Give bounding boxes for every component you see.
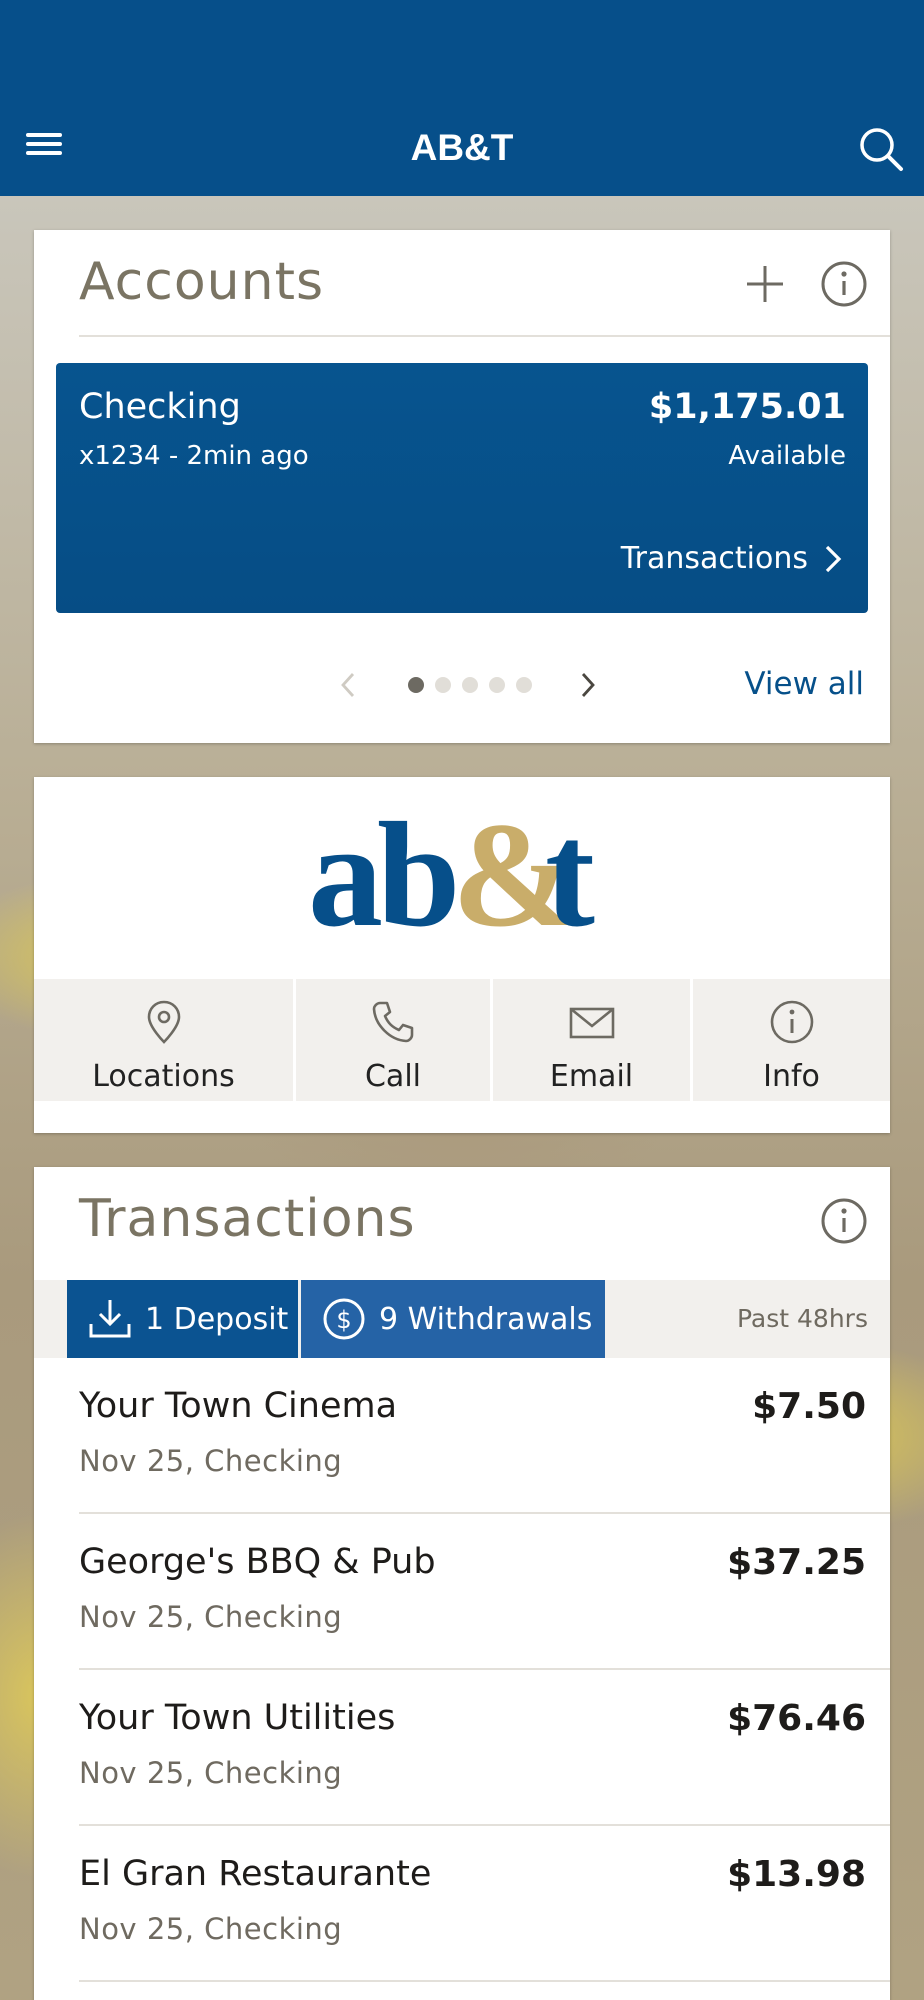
add-account-plus-icon[interactable] (739, 258, 791, 310)
call-label: Call (364, 1059, 421, 1094)
locations-label: Locations (92, 1059, 235, 1094)
hamburger-menu-icon[interactable] (22, 128, 68, 168)
chevron-right-icon (825, 545, 842, 572)
accounts-info-icon[interactable] (818, 258, 870, 310)
transaction-meta: Nov 25, Checking (79, 1912, 343, 1946)
pager-prev-chevron-icon[interactable] (334, 670, 364, 700)
transaction-merchant: George's BBQ & Pub (79, 1542, 436, 1582)
accounts-title: Accounts (79, 252, 325, 312)
svg-text:$: $ (336, 1306, 351, 1334)
transaction-amount: $13.98 (727, 1854, 866, 1895)
call-button[interactable]: Call (293, 979, 490, 1101)
transactions-title: Transactions (79, 1189, 416, 1249)
bank-contact-card: ab & t Locations Call Email Info (34, 777, 890, 1133)
transaction-merchant: El Gran Restaurante (79, 1854, 432, 1894)
deposit-filter-chip[interactable]: 1 Deposit (67, 1280, 298, 1358)
withdrawals-filter-chip[interactable]: $ 9 Withdrawals (301, 1280, 605, 1358)
locations-button[interactable]: Locations (34, 979, 293, 1101)
info-label: Info (763, 1059, 820, 1094)
transaction-meta: Nov 25, Checking (79, 1756, 343, 1790)
accounts-divider (79, 335, 890, 337)
phone-icon (372, 1001, 414, 1043)
pager-dot[interactable] (462, 677, 478, 693)
deposit-chip-label: 1 Deposit (145, 1301, 289, 1337)
transaction-amount: $7.50 (752, 1386, 866, 1427)
envelope-icon (569, 1007, 614, 1039)
pager-dot[interactable] (516, 677, 532, 693)
email-label: Email (549, 1059, 634, 1094)
account-pager (334, 670, 602, 700)
account-tile-checking[interactable]: Checking x1234 - 2min ago $1,175.01 Avai… (56, 363, 868, 613)
download-icon (89, 1300, 131, 1338)
top-app-bar: AB&T (0, 100, 924, 196)
transaction-filter-bar: 1 Deposit $ 9 Withdrawals Past 48hrs (34, 1280, 890, 1358)
view-all-link[interactable]: View all (744, 666, 864, 702)
account-balance: $1,175.01 (648, 387, 846, 427)
svg-text:t: t (545, 807, 595, 947)
app-title: AB&T (410, 127, 514, 168)
pager-dot[interactable] (408, 677, 424, 693)
balance-label: Available (728, 441, 846, 471)
transaction-row[interactable]: Your Town Utilities Nov 25, Checking $76… (34, 1670, 890, 1826)
transactions-info-icon[interactable] (818, 1195, 870, 1247)
pager-dots (408, 677, 532, 693)
transactions-card: Transactions 1 Deposit $ 9 Withdrawals P… (34, 1167, 890, 2000)
location-pin-icon (147, 1000, 180, 1044)
transaction-row[interactable]: El Gran Restaurante Nov 25, Checking $13… (34, 1826, 890, 1982)
transaction-meta: Nov 25, Checking (79, 1600, 343, 1634)
transaction-list: Your Town Cinema Nov 25, Checking $7.50 … (34, 1358, 890, 1982)
transaction-merchant: Your Town Utilities (79, 1698, 396, 1738)
withdrawals-chip-label: 9 Withdrawals (379, 1301, 593, 1337)
status-bar-area (0, 0, 924, 100)
search-icon[interactable] (856, 124, 906, 174)
transaction-row[interactable]: Your Town Cinema Nov 25, Checking $7.50 (34, 1358, 890, 1514)
pager-dot[interactable] (489, 677, 505, 693)
account-name: Checking (79, 387, 241, 427)
transactions-link-label: Transactions (620, 541, 808, 576)
svg-text:ab: ab (308, 807, 455, 947)
transaction-amount: $37.25 (727, 1542, 866, 1583)
account-subtitle: x1234 - 2min ago (79, 441, 309, 471)
dollar-circle-icon: $ (323, 1298, 365, 1340)
transaction-meta: Nov 25, Checking (79, 1444, 343, 1478)
info-button[interactable]: Info (690, 979, 890, 1101)
abt-logo: ab & t (34, 807, 890, 947)
contact-actions: Locations Call Email Info (34, 979, 890, 1101)
account-transactions-link[interactable]: Transactions (621, 541, 842, 576)
accounts-card: Accounts Checking x1234 - 2min ago $1,17… (34, 230, 890, 743)
period-label: Past 48hrs (736, 1304, 868, 1333)
transaction-row[interactable]: George's BBQ & Pub Nov 25, Checking $37.… (34, 1514, 890, 1670)
pager-dot[interactable] (435, 677, 451, 693)
info-icon (770, 1000, 813, 1044)
transaction-amount: $76.46 (727, 1698, 866, 1739)
pager-next-chevron-icon[interactable] (572, 670, 602, 700)
transaction-merchant: Your Town Cinema (79, 1386, 398, 1426)
email-button[interactable]: Email (490, 979, 690, 1101)
